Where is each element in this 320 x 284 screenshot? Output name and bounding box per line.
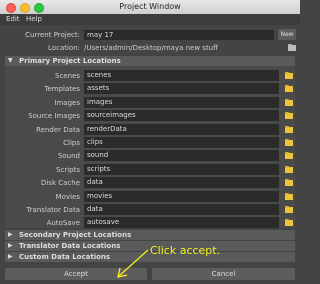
project-window: Project Window Edit Help Current Project… bbox=[0, 0, 300, 284]
annotation-arrow-icon bbox=[117, 249, 149, 278]
